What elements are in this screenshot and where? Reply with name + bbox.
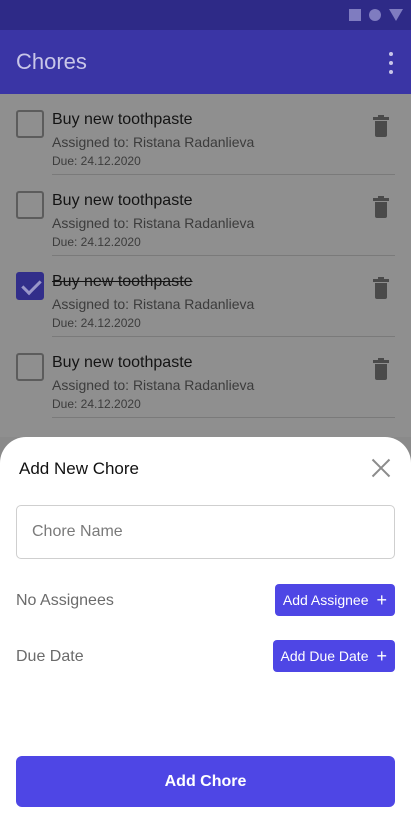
chore-due: Due: 24.12.2020 — [52, 397, 141, 411]
chore-checkbox[interactable] — [16, 191, 44, 219]
status-bar — [0, 0, 411, 30]
square-icon — [349, 9, 361, 21]
add-chore-button[interactable]: Add Chore — [16, 756, 395, 807]
sheet-title: Add New Chore — [19, 459, 140, 478]
chore-list: Buy new toothpaste Assigned to: Ristana … — [0, 94, 411, 437]
close-icon[interactable] — [371, 458, 391, 478]
due-date-label: Due Date — [16, 648, 84, 665]
circle-icon — [369, 9, 381, 21]
add-chore-sheet: Add New Chore No Assignees Add Assignee … — [0, 437, 411, 823]
chore-due: Due: 24.12.2020 — [52, 154, 141, 168]
chore-checkbox[interactable] — [16, 110, 44, 138]
chore-due: Due: 24.12.2020 — [52, 316, 141, 330]
divider — [52, 255, 395, 256]
chore-item: Buy new toothpaste Assigned to: Ristana … — [0, 264, 411, 345]
chore-assignee: Assigned to: Ristana Radanlieva — [52, 134, 255, 150]
plus-icon: + — [376, 590, 387, 610]
chore-item: Buy new toothpaste Assigned to: Ristana … — [0, 102, 411, 183]
chore-title: Buy new toothpaste — [52, 273, 193, 290]
chore-title: Buy new toothpaste — [52, 111, 193, 128]
add-due-date-label: Add Due Date — [280, 648, 369, 664]
add-assignee-label: Add Assignee — [282, 592, 369, 608]
delete-icon[interactable] — [373, 358, 389, 380]
delete-icon[interactable] — [373, 115, 389, 137]
triangle-icon — [389, 9, 403, 21]
chore-due: Due: 24.12.2020 — [52, 235, 141, 249]
chore-checkbox[interactable] — [16, 353, 44, 381]
add-assignee-button[interactable]: Add Assignee + — [274, 584, 395, 616]
status-icons — [349, 9, 403, 21]
chore-checkbox[interactable] — [16, 272, 44, 300]
assignees-label: No Assignees — [16, 592, 114, 609]
divider — [52, 336, 395, 337]
chore-item: Buy new toothpaste Assigned to: Ristana … — [0, 345, 411, 426]
chore-assignee: Assigned to: Ristana Radanlieva — [52, 296, 255, 312]
chore-assignee: Assigned to: Ristana Radanlieva — [52, 215, 255, 231]
chore-item: Buy new toothpaste Assigned to: Ristana … — [0, 183, 411, 264]
app-bar: Chores — [0, 30, 411, 94]
chore-name-input[interactable] — [16, 505, 395, 559]
divider — [52, 174, 395, 175]
delete-icon[interactable] — [373, 277, 389, 299]
divider — [52, 417, 395, 418]
app-title: Chores — [16, 49, 87, 74]
delete-icon[interactable] — [373, 196, 389, 218]
more-vert-icon[interactable] — [387, 52, 395, 74]
chore-title: Buy new toothpaste — [52, 354, 193, 371]
plus-icon: + — [376, 646, 387, 666]
chore-assignee: Assigned to: Ristana Radanlieva — [52, 377, 255, 393]
chore-title: Buy new toothpaste — [52, 192, 193, 209]
add-due-date-button[interactable]: Add Due Date + — [272, 640, 395, 672]
